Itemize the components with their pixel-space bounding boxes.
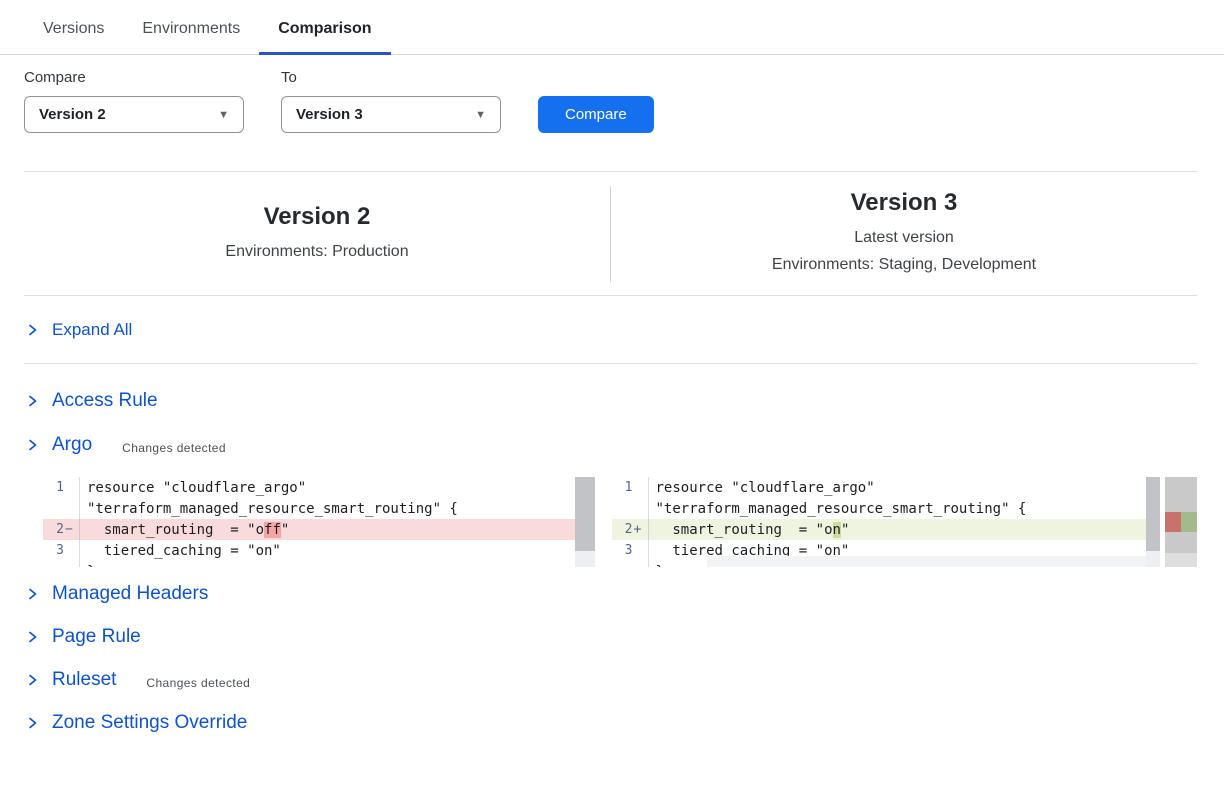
version-title: Version 2 xyxy=(24,203,610,231)
section-title: Ruleset xyxy=(52,669,116,691)
version-panels: Version 2 Environments: Production Versi… xyxy=(24,172,1197,296)
expand-all-label: Expand All xyxy=(52,320,132,340)
tab-environments[interactable]: Environments xyxy=(123,14,259,54)
section-row-zone-settings-override[interactable]: Zone Settings Override xyxy=(24,709,1197,737)
chevron-down-icon: ▼ xyxy=(475,109,486,121)
chevron-right-icon xyxy=(26,630,39,644)
version-panel-left: Version 2 Environments: Production xyxy=(24,203,610,265)
line-number: 3 xyxy=(612,543,633,558)
diff-sign: − xyxy=(64,522,79,537)
compare-from-value: Version 2 xyxy=(39,106,106,123)
section-title: Access Rule xyxy=(52,390,158,412)
added-chars: n xyxy=(833,522,841,538)
code-line-added: 2+ smart_routing = "on" xyxy=(612,519,1161,540)
version-subtitle: Latest version xyxy=(611,224,1197,251)
changes-detected-badge: Changes detected xyxy=(122,436,226,455)
section-row-ruleset[interactable]: Ruleset Changes detected xyxy=(24,666,1197,694)
expand-all-row[interactable]: Expand All xyxy=(24,296,1197,364)
chevron-right-icon xyxy=(26,673,39,687)
code-line: 1resource "cloudflare_argo" xyxy=(43,477,595,498)
version-panel-right: Version 3 Latest version Environments: S… xyxy=(611,189,1197,278)
chevron-right-icon xyxy=(26,716,39,730)
line-number: 3 xyxy=(43,543,64,558)
chevron-down-icon: ▼ xyxy=(218,109,229,121)
compare-from-select[interactable]: Version 2 ▼ xyxy=(24,96,244,133)
version-title: Version 3 xyxy=(611,189,1197,217)
code-line: 3 tiered_caching = "on" xyxy=(43,540,595,561)
code-line: } xyxy=(43,561,595,567)
section-row-page-rule[interactable]: Page Rule xyxy=(24,623,1197,651)
horizontal-scrollbar[interactable] xyxy=(707,556,1147,567)
diff-pane-left[interactable]: 1resource "cloudflare_argo" "terraform_m… xyxy=(43,477,595,567)
diff-overview-ruler[interactable] xyxy=(1165,477,1197,567)
diff-sign: + xyxy=(633,522,648,537)
changes-detected-badge: Changes detected xyxy=(146,671,250,690)
line-number: 2 xyxy=(43,522,64,537)
code-line: "terraform_managed_resource_smart_routin… xyxy=(612,498,1161,519)
section-title: Page Rule xyxy=(52,626,141,648)
tab-bar: Versions Environments Comparison xyxy=(0,0,1224,55)
tab-comparison[interactable]: Comparison xyxy=(259,14,390,54)
compare-to-value: Version 3 xyxy=(296,106,363,123)
vertical-scrollbar[interactable] xyxy=(575,477,595,567)
argo-diff-viewer: 1resource "cloudflare_argo" "terraform_m… xyxy=(43,477,1197,567)
section-title: Zone Settings Override xyxy=(52,712,247,734)
compare-button[interactable]: Compare xyxy=(538,96,654,133)
sections-list: Access Rule Argo Changes detected 1resou… xyxy=(24,387,1197,737)
line-number: 2 xyxy=(612,522,633,537)
code-line: "terraform_managed_resource_smart_routin… xyxy=(43,498,595,519)
chevron-right-icon xyxy=(26,394,39,408)
chevron-right-icon xyxy=(26,323,39,337)
line-number: 1 xyxy=(612,480,633,495)
line-number: 1 xyxy=(43,480,64,495)
removed-chars: ff xyxy=(264,522,281,538)
scrollbar-thumb[interactable] xyxy=(1146,477,1160,551)
added-marker xyxy=(1181,512,1197,532)
section-row-access-rule[interactable]: Access Rule xyxy=(24,387,1197,415)
comparison-page: Versions Environments Comparison Compare… xyxy=(0,0,1224,788)
version-environments: Environments: Production xyxy=(24,238,610,265)
diff-pane-right[interactable]: 1resource "cloudflare_argo" "terraform_m… xyxy=(612,477,1161,567)
section-row-managed-headers[interactable]: Managed Headers xyxy=(24,580,1197,608)
ruler-footer xyxy=(1165,553,1197,567)
code-line-removed: 2− smart_routing = "off" xyxy=(43,519,595,540)
section-title: Argo xyxy=(52,434,92,456)
scrollbar-thumb[interactable] xyxy=(575,477,595,551)
to-label: To xyxy=(281,69,501,86)
code-line: 1resource "cloudflare_argo" xyxy=(612,477,1161,498)
compare-to-select[interactable]: Version 3 ▼ xyxy=(281,96,501,133)
tab-versions[interactable]: Versions xyxy=(24,14,123,54)
version-environments: Environments: Staging, Development xyxy=(611,251,1197,278)
compare-form: Compare Version 2 ▼ To Version 3 ▼ Compa… xyxy=(24,69,1197,133)
section-row-argo[interactable]: Argo Changes detected xyxy=(24,431,1197,459)
compare-label: Compare xyxy=(24,69,244,86)
chevron-right-icon xyxy=(26,438,39,452)
chevron-right-icon xyxy=(26,587,39,601)
section-title: Managed Headers xyxy=(52,583,208,605)
removed-marker xyxy=(1165,512,1181,532)
vertical-scrollbar[interactable] xyxy=(1146,477,1160,567)
